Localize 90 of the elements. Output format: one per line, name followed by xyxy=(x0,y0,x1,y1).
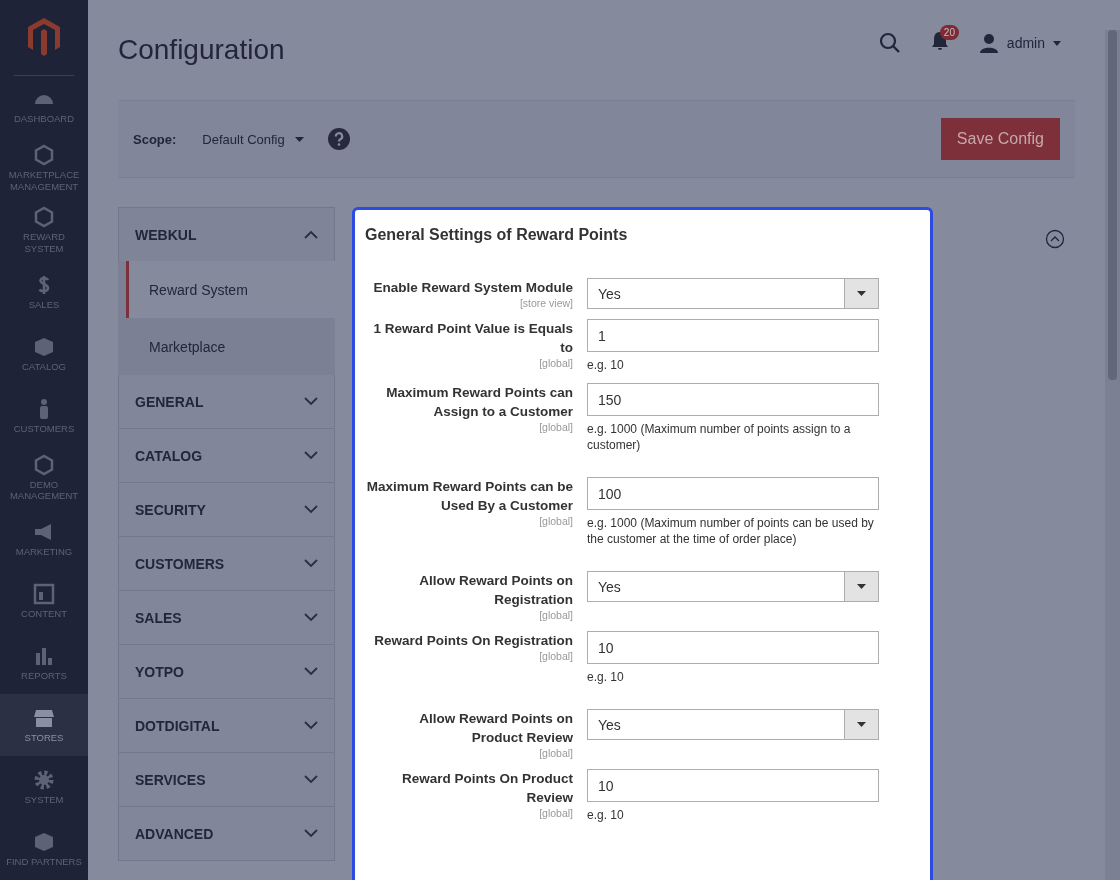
config-group-header[interactable]: YOTPO xyxy=(118,645,335,699)
field-label: Enable Reward System Module xyxy=(373,279,573,297)
config-group-header[interactable]: ADVANCED xyxy=(118,807,335,861)
nav-item[interactable]: DASHBOARD xyxy=(0,75,88,138)
field-label: Allow Reward Points on Registration xyxy=(418,572,573,609)
chevron-icon xyxy=(304,397,318,406)
config-tab[interactable]: Reward System xyxy=(126,261,335,318)
chevron-icon xyxy=(304,230,318,239)
chevron-icon xyxy=(304,505,318,514)
field-label: Maximum Reward Points can be Used By a Customer xyxy=(365,478,573,515)
nav-item[interactable]: SALES xyxy=(0,261,88,324)
select-field[interactable]: Yes xyxy=(587,571,879,602)
nav-item[interactable]: SYSTEM xyxy=(0,756,88,819)
field-note: e.g. 10 xyxy=(587,807,625,823)
input-field[interactable]: 150 xyxy=(587,383,879,416)
field-note: e.g. 1000 (Maximum number of points can be used by the customer at the time of order place) xyxy=(587,515,875,547)
scope-hint: [global] xyxy=(539,421,573,433)
select-field[interactable]: Yes xyxy=(587,709,879,740)
nav-item[interactable]: MARKETING xyxy=(0,508,88,571)
scope-hint: [global] xyxy=(539,515,573,527)
scope-label: Scope: xyxy=(133,131,177,147)
logo-icon xyxy=(26,17,62,58)
chevron-icon xyxy=(304,451,318,460)
nav-item[interactable]: REWARD SYSTEM xyxy=(0,199,88,262)
caret-icon xyxy=(857,722,866,727)
select-field[interactable]: Yes xyxy=(587,278,879,309)
nav-icon xyxy=(33,144,55,167)
chevron-icon xyxy=(304,775,318,784)
save-config-button[interactable]: Save Config xyxy=(940,118,1060,160)
nav-icon xyxy=(33,453,55,476)
input-field[interactable]: 100 xyxy=(587,477,879,510)
scrollbar[interactable] xyxy=(1105,30,1120,880)
scope-hint: [global] xyxy=(539,747,573,759)
caret-icon xyxy=(294,136,304,142)
field-note: e.g. 10 xyxy=(587,357,625,373)
chevron-icon xyxy=(304,559,318,568)
chevron-icon xyxy=(304,613,318,622)
chevron-icon xyxy=(304,829,318,838)
config-group-header[interactable]: GENERAL xyxy=(118,375,335,429)
input-field[interactable]: 1 xyxy=(587,319,879,352)
caret-icon xyxy=(857,584,866,589)
config-group-header[interactable]: CATALOG xyxy=(118,429,335,483)
nav-item[interactable]: CATALOG xyxy=(0,323,88,386)
config-group-header[interactable]: SECURITY xyxy=(118,483,335,537)
nav-item[interactable]: CUSTOMERS xyxy=(0,385,88,447)
nav-icon xyxy=(33,583,55,606)
nav-item[interactable]: REPORTS xyxy=(0,632,88,695)
field-label: 1 Reward Point Value is Equals to xyxy=(372,320,573,357)
scope-hint: [global] xyxy=(539,357,573,369)
field-note: e.g. 1000 (Maximum number of points assign to a customer) xyxy=(587,421,852,453)
field-label: Reward Points On Product Review xyxy=(400,770,573,807)
config-group-header[interactable]: SALES xyxy=(118,591,335,645)
nav-icon xyxy=(33,335,55,358)
input-field[interactable]: 10 xyxy=(587,769,879,802)
config-group-header[interactable]: CUSTOMERS xyxy=(118,537,335,591)
config-group-header[interactable]: WEBKUL xyxy=(118,207,335,261)
scope-hint: [global] xyxy=(539,650,573,662)
notification-count: 20 xyxy=(939,25,959,40)
nav-item[interactable]: MARKETPLACE MANAGEMENT xyxy=(0,137,88,200)
nav-icon xyxy=(33,206,55,229)
nav-icon xyxy=(33,830,55,853)
nav-icon xyxy=(33,768,55,791)
user-menu[interactable]: admin xyxy=(978,33,1061,53)
nav-item[interactable]: CONTENT xyxy=(0,570,88,633)
field-note: e.g. 10 xyxy=(587,669,625,685)
help-icon[interactable] xyxy=(327,128,350,150)
collapse-icon[interactable] xyxy=(1045,229,1065,249)
config-group-header[interactable]: SERVICES xyxy=(118,753,335,807)
field-label: Allow Reward Points on Product Review xyxy=(418,710,573,747)
scope-hint: [global] xyxy=(539,807,573,819)
config-tab[interactable]: Marketplace xyxy=(126,318,335,375)
nav-item[interactable]: DEMO MANAGEMENT xyxy=(0,447,88,509)
user-icon xyxy=(978,33,999,53)
search-icon[interactable] xyxy=(878,32,901,54)
caret-icon xyxy=(1053,40,1061,46)
page-title: Configuration xyxy=(118,34,285,66)
nav-item[interactable]: STORES xyxy=(0,694,88,757)
scope-hint: [global] xyxy=(539,609,573,621)
caret-icon xyxy=(857,291,866,296)
field-label: Reward Points On Registration xyxy=(374,632,573,650)
nav-icon xyxy=(33,645,55,668)
input-field[interactable]: 10 xyxy=(587,631,879,664)
scope-dropdown[interactable]: Default Config xyxy=(202,131,304,147)
nav-item[interactable]: FIND PARTNERS xyxy=(0,818,88,880)
chevron-icon xyxy=(304,667,318,676)
scope-hint: [store view] xyxy=(519,297,573,309)
section-title: General Settings of Reward Points xyxy=(365,226,629,244)
chevron-icon xyxy=(304,721,318,730)
field-label: Maximum Reward Points can Assign to a Customer xyxy=(385,384,573,421)
config-group-header[interactable]: DOTDIGITAL xyxy=(118,699,335,753)
